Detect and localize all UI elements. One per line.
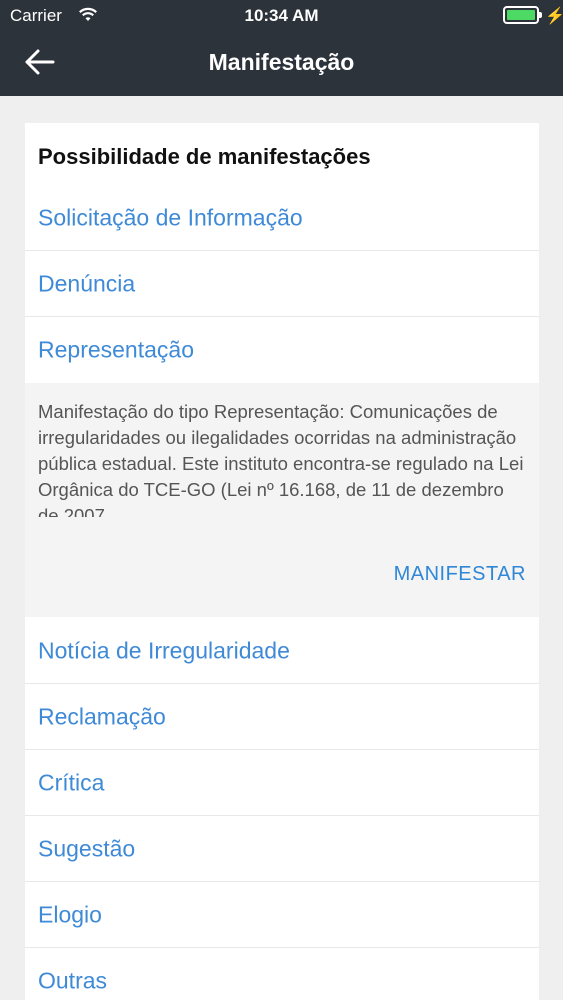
list-item-elogio[interactable]: Elogio — [25, 882, 539, 948]
list-item-label: Elogio — [38, 901, 102, 927]
battery-icon — [503, 6, 542, 24]
list-item-label: Denúncia — [38, 270, 136, 296]
list-item-label: Reclamação — [38, 703, 166, 729]
list-item-label: Notícia de Irregularidade — [38, 637, 290, 663]
description-text: Manifestação do tipo Representação: Comu… — [38, 401, 524, 517]
list-item-outras[interactable]: Outras — [25, 948, 539, 1000]
nav-header: Carrier 10:34 AM ⚡ Manifestação — [0, 0, 563, 96]
card-title: Possibilidade de manifestações — [38, 144, 371, 169]
page-title: Manifestação — [208, 49, 355, 75]
list-item-critica[interactable]: Crítica — [25, 750, 539, 816]
clock: 10:34 AM — [244, 6, 319, 25]
list-item-solicitacao[interactable]: Solicitação de Informação — [25, 185, 539, 251]
list-item-reclamacao[interactable]: Reclamação — [25, 684, 539, 750]
list-item-denuncia[interactable]: Denúncia — [25, 251, 539, 317]
list-item-label: Representação — [38, 336, 194, 363]
list-item-noticia[interactable]: Notícia de Irregularidade — [25, 618, 539, 684]
list-item-label: Crítica — [38, 769, 105, 795]
list-item-label: Sugestão — [38, 835, 136, 861]
list-item-sugestao[interactable]: Sugestão — [25, 816, 539, 882]
list-item-label: Solicitação de Informação — [38, 204, 303, 230]
status-bar: Carrier 10:34 AM ⚡ — [0, 0, 563, 32]
charging-icon: ⚡ — [545, 8, 563, 25]
list-item-label: Outras — [38, 967, 108, 994]
manifestation-card: Possibilidade de manifestações Solicitaç… — [25, 123, 539, 1000]
manifestar-button[interactable]: MANIFESTAR — [394, 563, 526, 586]
list-item-representacao[interactable]: Representação — [25, 317, 539, 383]
expanded-panel: Manifestação do tipo Representação: Comu… — [25, 383, 539, 617]
